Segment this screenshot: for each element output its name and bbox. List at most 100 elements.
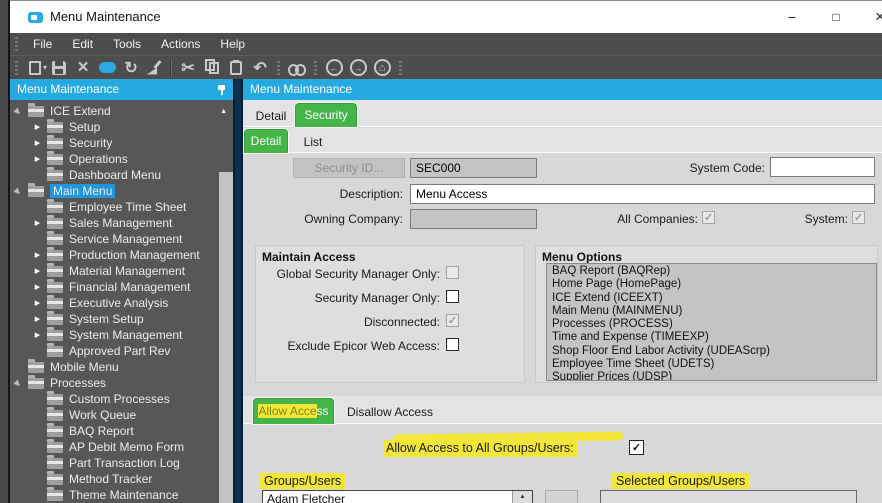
tree-item-service-management[interactable]: Service Management xyxy=(10,230,233,247)
menu-option-item[interactable]: Shop Floor End Labor Activity (UDEAScrp) xyxy=(552,345,876,358)
tab-detail-inner[interactable]: Detail xyxy=(244,129,288,153)
groups-users-listbox[interactable]: Adam Fletcher ▲ xyxy=(262,490,533,503)
expanded-arrow-icon[interactable] xyxy=(13,107,24,116)
move-selection-button[interactable] xyxy=(545,490,578,503)
tree-item-label: Executive Analysis xyxy=(69,296,169,310)
tree-item-security[interactable]: Security xyxy=(10,134,233,151)
expanded-arrow-icon[interactable] xyxy=(13,379,24,388)
grip-handle[interactable] xyxy=(15,37,18,51)
collapsed-arrow-icon[interactable] xyxy=(32,267,43,275)
tree-item-material-management[interactable]: Material Management xyxy=(10,262,233,279)
new-icon[interactable] xyxy=(23,57,47,79)
tree-item-dashboard-menu[interactable]: Dashboard Menu xyxy=(10,166,233,183)
menu-option-item[interactable]: Supplier Prices (UDSP) xyxy=(552,371,876,380)
minimize-button[interactable]: − xyxy=(772,1,812,33)
back-icon[interactable]: ← xyxy=(322,57,346,79)
grip-handle[interactable] xyxy=(277,60,281,75)
cut-icon[interactable]: ✂ xyxy=(176,57,200,79)
save-icon[interactable] xyxy=(47,57,71,79)
tree-item-theme-maintenance[interactable]: Theme Maintenance xyxy=(10,486,233,503)
search-icon[interactable] xyxy=(285,57,309,79)
refresh-icon[interactable]: ↻ xyxy=(119,57,143,79)
tree-item-operations[interactable]: Operations xyxy=(10,150,233,167)
panel-divider[interactable] xyxy=(233,79,243,503)
copy-icon[interactable] xyxy=(200,57,224,79)
menu-option-item[interactable]: BAQ Report (BAQRep) xyxy=(552,265,876,278)
tree-item-financial-management[interactable]: Financial Management xyxy=(10,278,233,295)
collapsed-arrow-icon[interactable] xyxy=(32,155,43,163)
grip-handle[interactable] xyxy=(314,60,318,75)
grip-handle[interactable] xyxy=(15,60,18,75)
tree-item-processes[interactable]: Processes xyxy=(10,374,233,391)
collapsed-arrow-icon[interactable] xyxy=(32,123,43,131)
tab-allow-access[interactable]: Allow Access xyxy=(253,398,334,424)
tree-scrollbar-thumb[interactable] xyxy=(219,172,233,503)
clear-icon[interactable] xyxy=(143,57,167,79)
menu-options-listbox[interactable]: BAQ Report (BAQRep) Home Page (HomePage)… xyxy=(546,263,877,381)
tab-security[interactable]: Security xyxy=(295,103,357,127)
menu-actions[interactable]: Actions xyxy=(151,37,210,51)
tree-scroll-up-icon[interactable]: ▲ xyxy=(220,108,227,115)
tree-item-system-management[interactable]: System Management xyxy=(10,326,233,343)
collapsed-arrow-icon[interactable] xyxy=(32,139,43,147)
tree-item-mobile-menu[interactable]: Mobile Menu xyxy=(10,358,233,375)
forward-icon[interactable]: → xyxy=(346,57,370,79)
menu-option-item[interactable]: Time and Expense (TIMEEXP) xyxy=(552,331,876,344)
listbox-scroll-up-icon[interactable]: ▲ xyxy=(512,491,532,503)
menu-option-item[interactable]: Processes (PROCESS) xyxy=(552,318,876,331)
tab-detail-outer[interactable]: Detail xyxy=(249,106,293,127)
tree-item-method-tracker[interactable]: Method Tracker xyxy=(10,470,233,487)
collapsed-arrow-icon[interactable] xyxy=(32,331,43,339)
expanded-arrow-icon[interactable] xyxy=(13,187,24,196)
menu-file[interactable]: File xyxy=(23,37,62,51)
tree-item-executive-analysis[interactable]: Executive Analysis xyxy=(10,294,233,311)
security-manager-only-checkbox[interactable] xyxy=(446,290,459,303)
tree-item-ap-debit-memo-form[interactable]: AP Debit Memo Form xyxy=(10,438,233,455)
folder-icon xyxy=(47,198,63,213)
tree-item-system-setup[interactable]: System Setup xyxy=(10,310,233,327)
tree-item-work-queue[interactable]: Work Queue xyxy=(10,406,233,423)
security-id-button[interactable]: Security ID... xyxy=(293,158,405,178)
menu-option-item[interactable]: ICE Extend (ICEEXT) xyxy=(552,292,876,305)
grip-handle[interactable] xyxy=(399,60,403,75)
collapsed-arrow-icon[interactable] xyxy=(32,219,43,227)
tree-item-ice-extend[interactable]: ICE Extend xyxy=(10,102,233,119)
folder-icon xyxy=(47,134,63,149)
close-button[interactable]: × xyxy=(860,1,882,33)
menu-help[interactable]: Help xyxy=(210,37,255,51)
description-field[interactable]: Menu Access xyxy=(410,184,875,204)
allow-access-highlighted-text: Allow Acce xyxy=(258,404,317,418)
maximize-button[interactable]: □ xyxy=(816,1,856,33)
delete-icon[interactable]: × xyxy=(71,57,95,79)
tab-disallow-access[interactable]: Disallow Access xyxy=(338,401,442,424)
system-code-field[interactable] xyxy=(770,157,875,177)
collapsed-arrow-icon[interactable] xyxy=(32,315,43,323)
menu-option-item[interactable]: Employee Time Sheet (UDETS) xyxy=(552,358,876,371)
selected-groups-listbox[interactable] xyxy=(600,490,857,503)
tree-item-employee-time-sheet[interactable]: Employee Time Sheet xyxy=(10,198,233,215)
collapsed-arrow-icon[interactable] xyxy=(32,251,43,259)
menu-edit[interactable]: Edit xyxy=(62,37,103,51)
allow-all-checkbox[interactable] xyxy=(629,440,644,455)
home-icon[interactable]: ⌂ xyxy=(370,57,394,79)
paste-icon[interactable] xyxy=(224,57,248,79)
collapsed-arrow-icon[interactable] xyxy=(32,299,43,307)
menu-option-item[interactable]: Home Page (HomePage) xyxy=(552,278,876,291)
tree-item-main-menu[interactable]: Main Menu xyxy=(10,182,233,199)
tree-item-approved-part-rev[interactable]: Approved Part Rev xyxy=(10,342,233,359)
comment-icon[interactable] xyxy=(95,57,119,79)
tree-item-baq-report[interactable]: BAQ Report xyxy=(10,422,233,439)
groups-users-item[interactable]: Adam Fletcher xyxy=(263,491,532,503)
tree-item-custom-processes[interactable]: Custom Processes xyxy=(10,390,233,407)
tree-item-production-management[interactable]: Production Management xyxy=(10,246,233,263)
tab-list[interactable]: List xyxy=(293,132,333,152)
menu-tools[interactable]: Tools xyxy=(103,37,151,51)
collapsed-arrow-icon[interactable] xyxy=(32,283,43,291)
exclude-epicor-web-checkbox[interactable] xyxy=(446,338,459,351)
pin-icon[interactable] xyxy=(217,84,226,95)
undo-icon[interactable]: ↶ xyxy=(248,57,272,79)
menu-option-item[interactable]: Main Menu (MAINMENU) xyxy=(552,305,876,318)
tree-item-part-transaction-log[interactable]: Part Transaction Log xyxy=(10,454,233,471)
tree-item-setup[interactable]: Setup xyxy=(10,118,233,135)
tree-item-sales-management[interactable]: Sales Management xyxy=(10,214,233,231)
